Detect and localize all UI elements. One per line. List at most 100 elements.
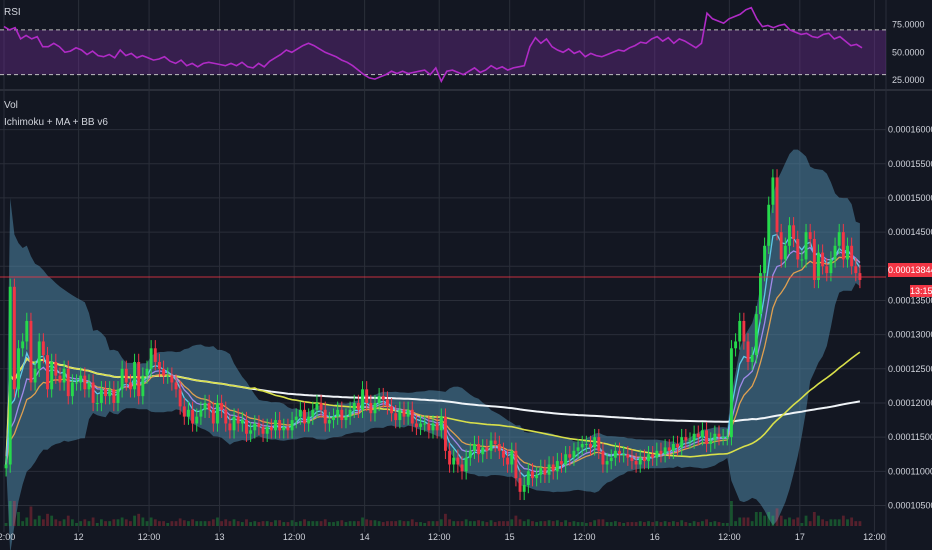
candle-body [249, 430, 253, 434]
candle-body [667, 447, 671, 451]
candle-body [804, 232, 808, 260]
volume-bar [278, 520, 282, 526]
volume-bar [348, 521, 352, 526]
candle-body [452, 457, 456, 465]
candle-body [812, 238, 816, 280]
candle-body [833, 245, 837, 260]
price-tick-label: 0.00012000 [888, 398, 932, 408]
rsi-tick-label: 50.0000 [892, 47, 925, 57]
volume-bar [211, 519, 215, 526]
candle-body [307, 416, 311, 424]
candle-body [717, 433, 721, 438]
volume-bar [402, 521, 406, 526]
candle-body [29, 320, 33, 383]
time-tick-label: 12:00 [283, 532, 306, 542]
volume-bar [257, 522, 261, 526]
volume-bar [613, 521, 617, 526]
volume-bar [253, 521, 257, 526]
candle-body [754, 314, 758, 356]
volume-bar [721, 523, 725, 526]
candle-body [456, 457, 460, 465]
candle-body [423, 423, 427, 425]
volume-bar [526, 519, 530, 526]
volume-bar [746, 517, 750, 526]
candle-body [688, 440, 692, 442]
candle-body [348, 409, 352, 417]
candle-body [630, 457, 634, 462]
candle-body [468, 450, 472, 458]
candle-body [220, 402, 224, 410]
candle-body [377, 396, 381, 403]
candle-body [580, 443, 584, 448]
price-tick-label: 0.00011500 [888, 432, 932, 442]
volume-bar [33, 519, 37, 526]
volume-bar [804, 515, 808, 526]
last-price-tag: 0.00013844 [888, 263, 932, 277]
candle-body [70, 382, 74, 397]
time-tick-label: 12 [74, 532, 84, 542]
candle-body [514, 450, 518, 479]
volume-bar [120, 517, 124, 526]
volume-bar [829, 519, 833, 526]
candle-body [419, 423, 423, 427]
volume-bar [817, 515, 820, 526]
volume-bar [589, 522, 592, 526]
volume-bar [622, 523, 626, 526]
candle-body [336, 409, 340, 417]
candle-body [261, 426, 265, 434]
volume-bar [133, 515, 136, 526]
time-tick-label: 16 [650, 532, 660, 542]
volume-bar [319, 521, 323, 526]
price-tick-label: 0.00015000 [888, 193, 932, 203]
candle-body [676, 443, 680, 448]
candle-body [593, 437, 597, 448]
volume-bar [667, 522, 671, 526]
volume-bar [323, 519, 327, 526]
volume-label[interactable]: Vol [4, 100, 18, 111]
volume-bar [601, 519, 605, 526]
price-tick-label: 0.00012500 [888, 364, 932, 374]
candle-body [659, 450, 663, 455]
candle-body [104, 389, 108, 397]
volume-bar [468, 521, 472, 526]
trading-chart[interactable]: 0.00016000 0.00015500 0.00015000 0.00014500… [0, 0, 932, 550]
volume-bar [568, 522, 572, 526]
candle-body [431, 423, 435, 431]
volume-bar [203, 521, 207, 526]
volume-bar [17, 512, 20, 526]
volume-bar [245, 519, 248, 526]
study-label[interactable]: Ichimoku + MA + BB v6 [4, 117, 108, 128]
candle-body [21, 341, 25, 349]
rsi-label[interactable]: RSI [4, 7, 21, 18]
candle-body [750, 355, 754, 362]
volume-bar [642, 522, 646, 526]
candle-body [721, 437, 725, 439]
rsi-tick-label: 25.0000 [892, 75, 925, 85]
price-tick-label: 0.00014500 [888, 227, 932, 237]
volume-bar [605, 522, 609, 526]
volume-bar [282, 522, 286, 526]
volume-bar [626, 522, 630, 526]
candle-body [162, 368, 166, 376]
volume-bar [684, 522, 688, 526]
volume-bar [477, 520, 480, 526]
candle-body [655, 450, 659, 458]
candle-body [671, 443, 675, 451]
volume-bar [730, 501, 733, 526]
volume-bar [195, 521, 199, 526]
volume-bar [158, 521, 161, 526]
volume-bar [137, 513, 141, 526]
candle-body [58, 375, 62, 383]
volume-bar [435, 521, 439, 526]
candle-body [481, 447, 485, 455]
candle-body [83, 375, 87, 390]
volume-bar [800, 523, 804, 526]
candle-body [460, 464, 464, 472]
volume-bar [170, 521, 174, 526]
candle-body [448, 450, 452, 465]
volume-bar [394, 521, 398, 526]
volume-bar [812, 512, 816, 526]
candle-body [356, 402, 360, 410]
candle-body [713, 433, 717, 441]
candle-body [477, 443, 481, 455]
